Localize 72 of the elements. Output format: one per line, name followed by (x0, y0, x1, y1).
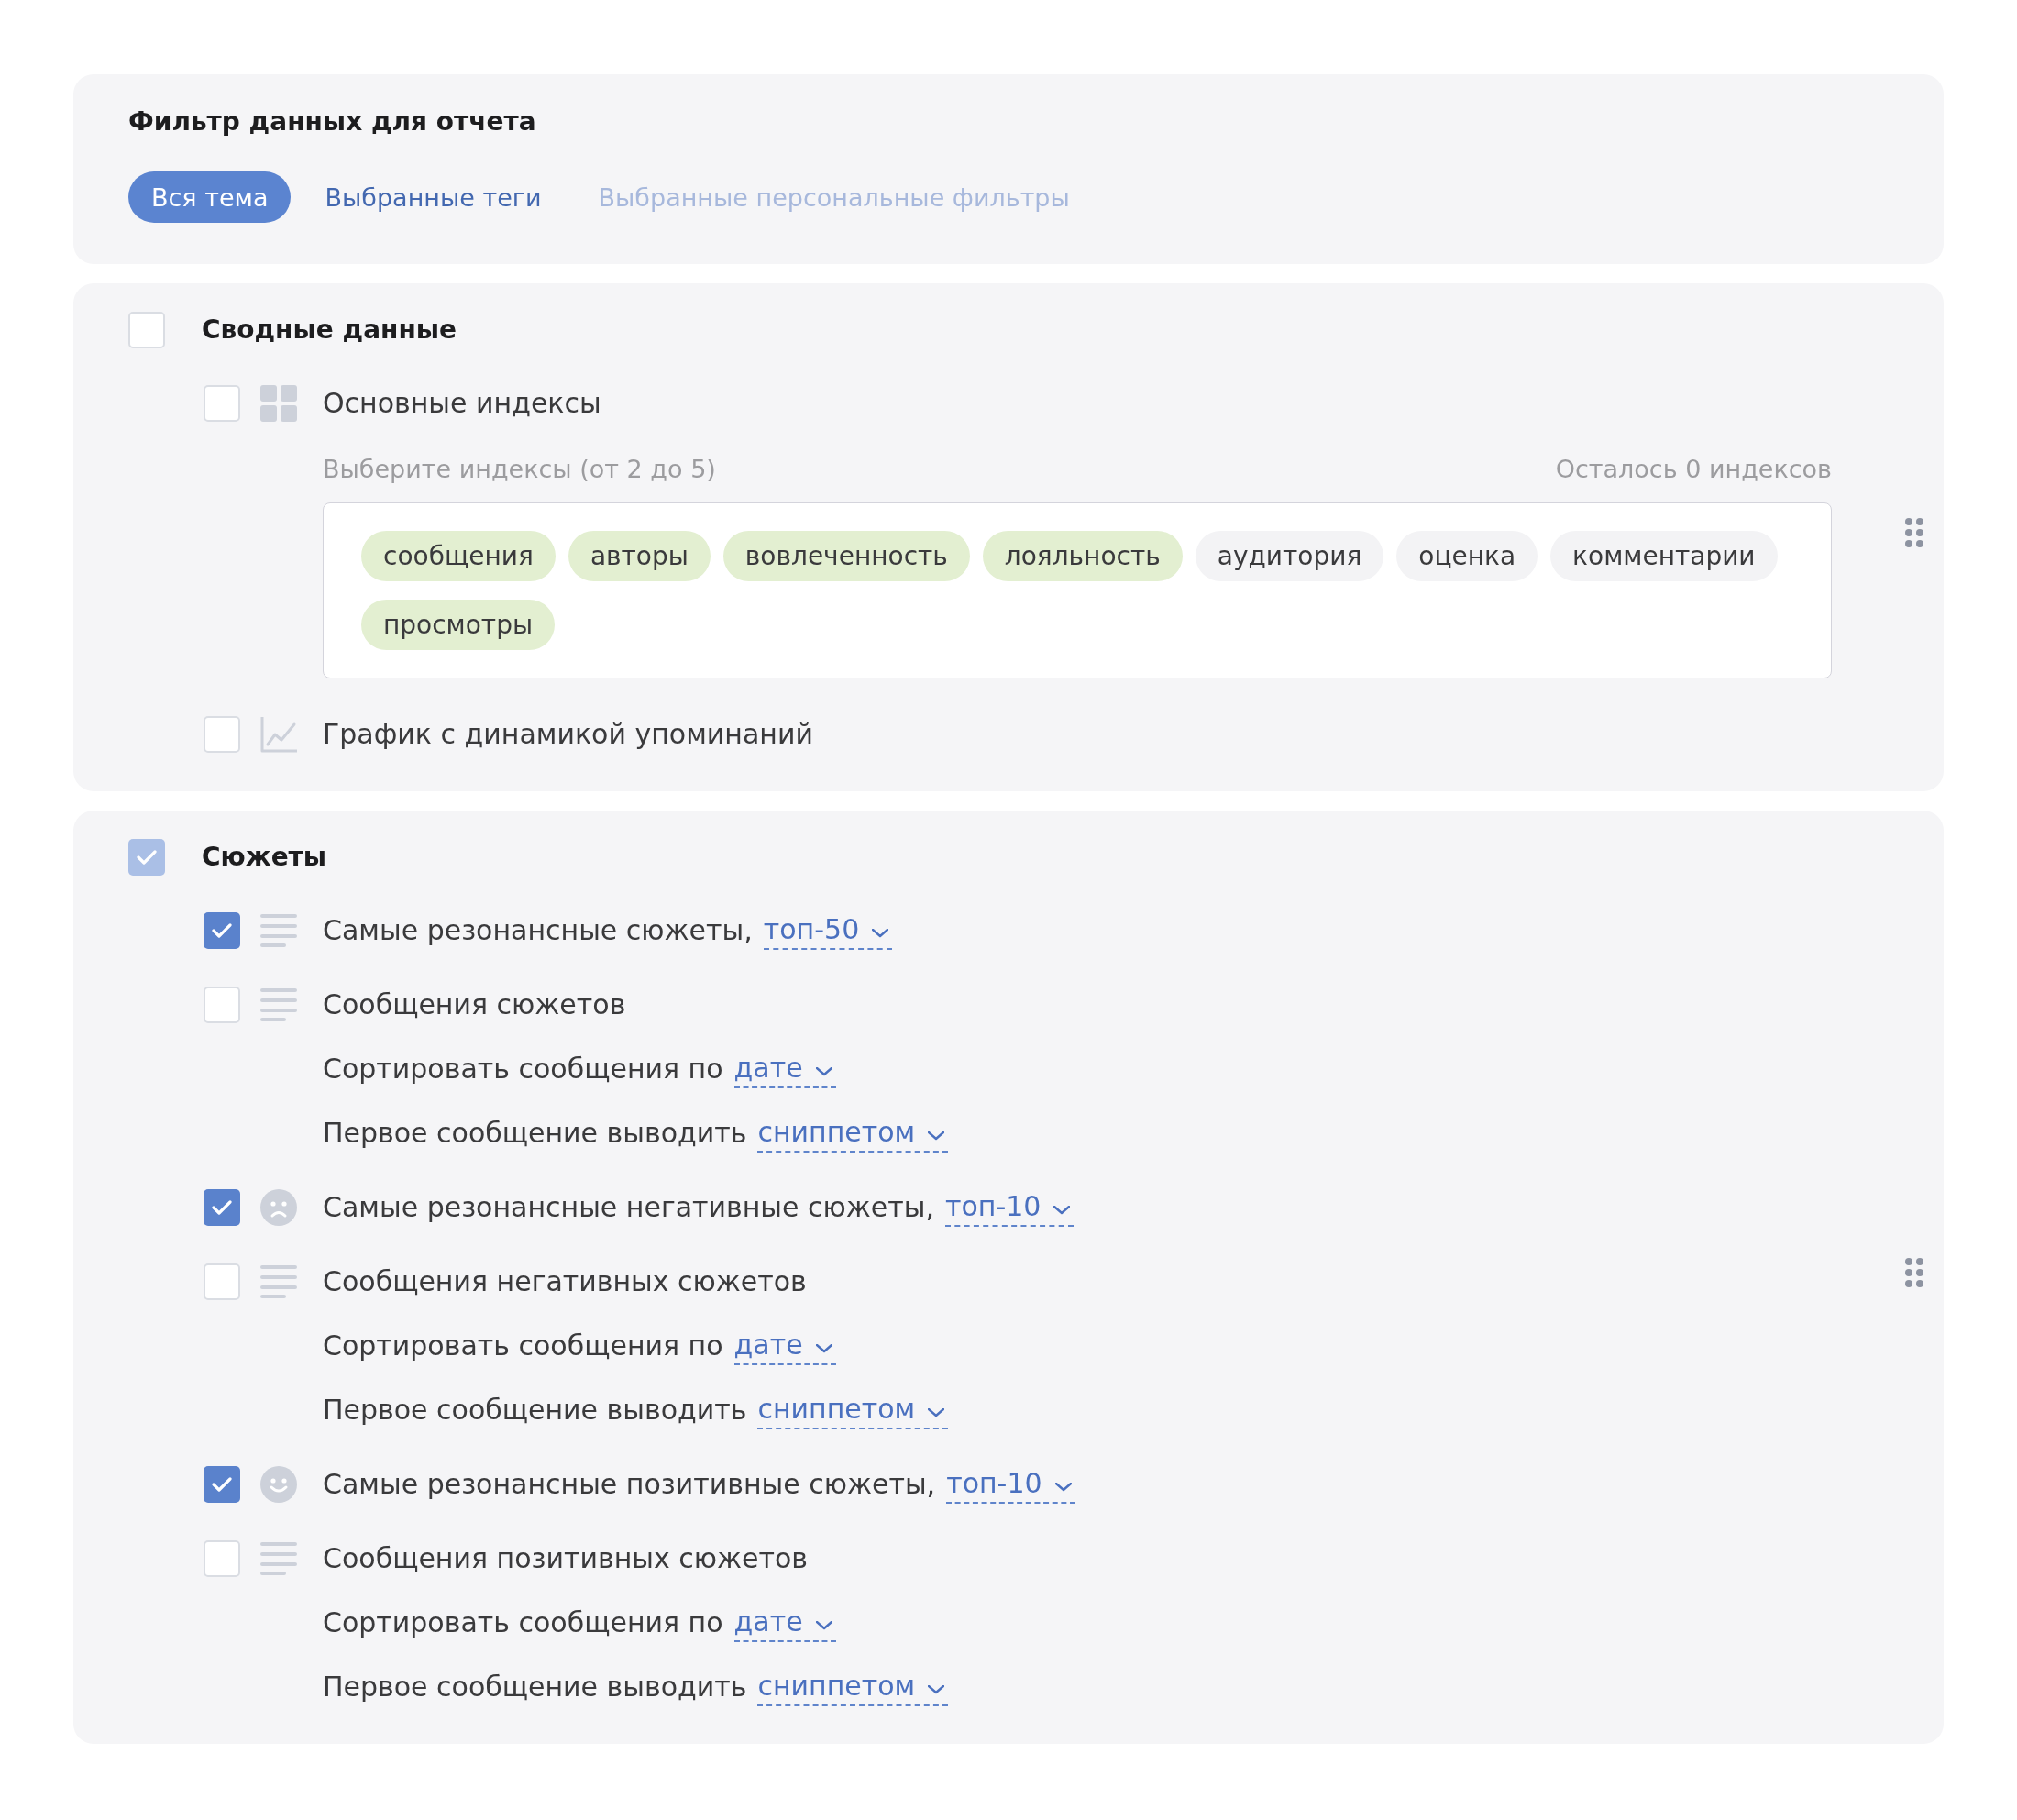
checkbox[interactable] (204, 1263, 240, 1300)
chevron-down-icon (1053, 1205, 1071, 1215)
checkbox[interactable] (204, 1466, 240, 1503)
option-label: Самые резонансные негативные сюжеты, (323, 1190, 934, 1225)
index-tag[interactable]: оценка (1396, 531, 1538, 581)
chevron-down-icon (928, 1407, 945, 1417)
chevron-down-icon (872, 928, 889, 938)
setting-label: Первое сообщение выводить (323, 1116, 747, 1151)
option-label: Основные индексы (323, 386, 601, 421)
option-label: Сообщения негативных сюжетов (323, 1264, 807, 1299)
text-lines-icon (260, 912, 297, 949)
checkbox[interactable] (128, 312, 165, 348)
dropdown-link[interactable]: сниппетом (757, 1668, 949, 1706)
index-tag[interactable]: аудитория (1195, 531, 1384, 581)
chevron-down-icon (815, 1343, 832, 1353)
checkbox[interactable] (128, 839, 165, 876)
drag-handle-icon[interactable] (1903, 1255, 1925, 1289)
setting-label: Первое сообщение выводить (323, 1393, 747, 1428)
checkbox[interactable] (204, 912, 240, 949)
chevron-down-icon (815, 1620, 832, 1630)
dropdown-link[interactable]: дате (733, 1050, 836, 1088)
option-label: Самые резонансные позитивные сюжеты, (323, 1467, 936, 1502)
setting-label: Сортировать сообщения по (323, 1329, 723, 1363)
counter-text: Осталось 0 индексов (1555, 454, 1832, 485)
index-tag[interactable]: комментарии (1550, 531, 1778, 581)
index-tag[interactable]: лояльность (982, 531, 1183, 581)
section-title: Сюжеты (202, 841, 327, 874)
text-lines-icon (260, 1540, 297, 1577)
section-title: Сводные данные (202, 314, 457, 347)
hint-text: Выберите индексы (от 2 до 5) (323, 454, 716, 485)
checkmark-icon (212, 1200, 232, 1215)
tab[interactable]: Вся тема (128, 171, 292, 223)
index-tag[interactable]: просмотры (361, 600, 556, 650)
setting-label: Сортировать сообщения по (323, 1052, 723, 1086)
dropdown-link[interactable]: дате (733, 1327, 836, 1365)
checkmark-icon (212, 1477, 232, 1492)
sad-face-icon (260, 1189, 297, 1226)
setting-label: Сортировать сообщения по (323, 1605, 723, 1640)
tab[interactable]: Выбранные теги (302, 171, 565, 223)
option-label: График с динамикой упоминаний (323, 717, 813, 752)
dropdown-link[interactable]: топ-10 (946, 1465, 1075, 1504)
line-chart-icon (260, 716, 297, 753)
chevron-down-icon (928, 1131, 945, 1141)
index-tag[interactable]: сообщения (361, 531, 556, 581)
text-lines-icon (260, 987, 297, 1023)
dropdown-link[interactable]: сниппетом (757, 1114, 949, 1153)
dropdown-link[interactable]: топ-50 (763, 911, 893, 950)
dropdown-link[interactable]: дате (733, 1604, 836, 1642)
text-lines-icon (260, 1263, 297, 1300)
chevron-down-icon (928, 1684, 945, 1694)
drag-handle-icon[interactable] (1903, 515, 1925, 549)
chevron-down-icon (815, 1066, 832, 1076)
dropdown-link[interactable]: сниппетом (757, 1391, 949, 1429)
checkbox[interactable] (204, 1540, 240, 1577)
checkbox[interactable] (204, 716, 240, 753)
option-label: Сообщения позитивных сюжетов (323, 1541, 808, 1576)
checkmark-icon (212, 923, 232, 938)
grid-icon (260, 385, 297, 422)
chevron-down-icon (1054, 1482, 1072, 1492)
option-label: Сообщения сюжетов (323, 987, 626, 1022)
checkbox[interactable] (204, 987, 240, 1023)
checkbox[interactable] (204, 385, 240, 422)
option-label: Самые резонансные сюжеты, (323, 913, 753, 948)
setting-label: Первое сообщение выводить (323, 1670, 747, 1704)
dropdown-link[interactable]: топ-10 (944, 1188, 1075, 1227)
index-tag[interactable]: авторы (568, 531, 711, 581)
filter-title: Фильтр данных для отчета (128, 105, 537, 138)
smiley-face-icon (260, 1466, 297, 1503)
checkbox[interactable] (204, 1189, 240, 1226)
tag-select-field[interactable]: сообщения авторы вовлеченность лояльность аудитория оценка комментарии просмотры (323, 502, 1832, 678)
checkmark-icon (137, 850, 157, 865)
index-tag[interactable]: вовлеченность (722, 531, 970, 581)
